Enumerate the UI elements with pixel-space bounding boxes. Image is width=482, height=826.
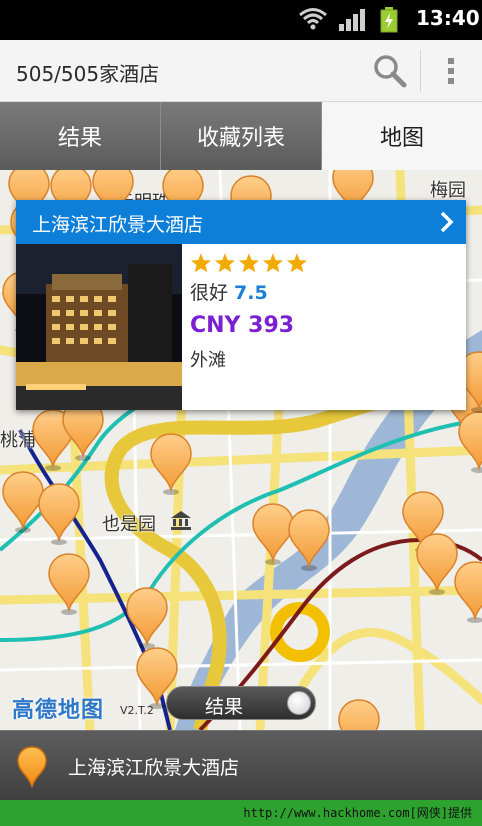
hotel-popup[interactable]: 上海滨江欣景大酒店 很好 7.5 CNY 393 外滩 (16, 200, 466, 410)
page-title: 505/505家酒店 (16, 62, 160, 86)
selected-hotel-bar[interactable]: 上海滨江欣景大酒店 (0, 730, 482, 800)
action-bar-divider (420, 50, 421, 92)
tab-map[interactable]: 地图 (322, 102, 482, 170)
map-pin-icon (16, 745, 48, 793)
star-rating (190, 252, 308, 274)
hotel-map-pin[interactable] (148, 432, 194, 500)
star-icon (239, 253, 259, 273)
popup-header[interactable]: 上海滨江欣景大酒店 (16, 200, 466, 244)
map-label: 也是园 (102, 514, 156, 535)
status-bar: 13:40 (0, 0, 482, 40)
popup-hotel-name: 上海滨江欣景大酒店 (32, 214, 204, 236)
rating-score: 7.5 (234, 282, 268, 304)
hotel-map-pin[interactable] (286, 508, 332, 576)
hotel-map-pin[interactable] (36, 482, 82, 550)
star-icon (215, 253, 235, 273)
clock: 13:40 (416, 6, 480, 30)
results-toggle-label: 结果 (205, 696, 244, 718)
watermark-text: http://www.hackhome.com[网侠]提供 (243, 806, 472, 820)
star-icon (287, 253, 307, 273)
toggle-knob (287, 691, 311, 715)
search-icon (374, 55, 407, 88)
overflow-menu-button[interactable] (424, 46, 478, 96)
hotel-info: 很好 7.5 CNY 393 外滩 (190, 252, 308, 372)
tab-bar: 结果 收藏列表 地图 (0, 102, 482, 170)
tab-favorites[interactable]: 收藏列表 (161, 102, 322, 170)
map-version: V2.T.2 (120, 704, 154, 717)
battery-charging-icon (380, 7, 398, 37)
hotel-photo (16, 244, 182, 410)
hotel-map-pin[interactable] (452, 560, 482, 628)
selected-hotel-name: 上海滨江欣景大酒店 (68, 757, 240, 779)
hotel-price: CNY 393 (190, 313, 295, 338)
watermark-bar: http://www.hackhome.com[网侠]提供 (0, 800, 482, 826)
amap-logo: 高德地图 (12, 698, 105, 723)
tab-results[interactable]: 结果 (0, 102, 161, 170)
star-icon (191, 253, 211, 273)
wifi-icon (298, 7, 328, 35)
chevron-right-icon (440, 211, 454, 237)
action-bar: 505/505家酒店 (0, 40, 482, 102)
search-button[interactable] (360, 46, 420, 96)
results-toggle[interactable]: 结果 (166, 686, 316, 720)
guest-rating: 很好 7.5 (190, 278, 308, 305)
overflow-menu-icon (448, 58, 454, 84)
landmark-icon (170, 510, 192, 534)
hotel-map-pin[interactable] (124, 586, 170, 654)
hotel-map-pin[interactable] (336, 698, 382, 730)
rating-text: 很好 (190, 282, 229, 304)
signal-icon (338, 8, 366, 36)
hotel-district: 外滩 (190, 350, 226, 371)
star-icon (263, 253, 283, 273)
hotel-map-pin[interactable] (46, 552, 92, 620)
hotel-map-pin[interactable] (456, 410, 482, 478)
